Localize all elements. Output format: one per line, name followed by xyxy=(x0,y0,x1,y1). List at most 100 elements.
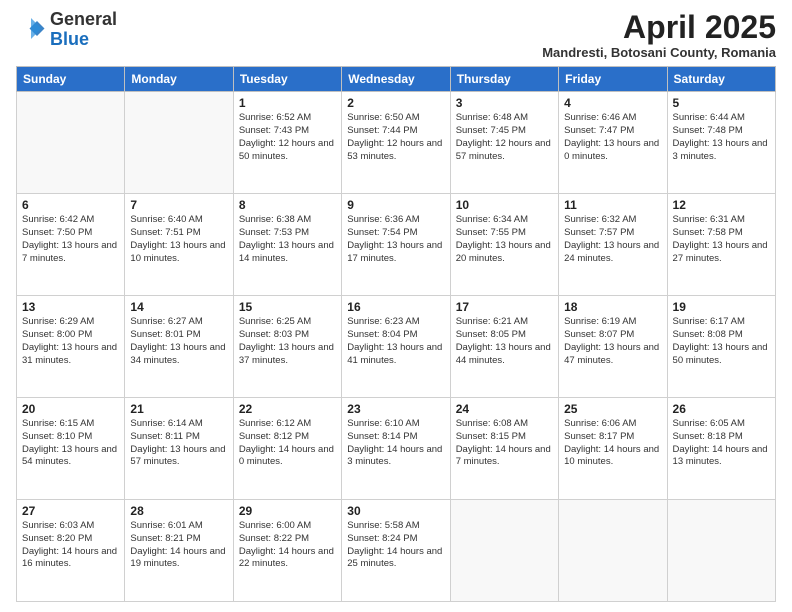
title-block: April 2025 Mandresti, Botosani County, R… xyxy=(542,10,776,60)
calendar-week-row: 6 Sunrise: 6:42 AMSunset: 7:50 PMDaylight… xyxy=(17,194,776,296)
day-info: Sunrise: 6:01 AMSunset: 8:21 PMDaylight:… xyxy=(130,520,227,571)
day-number: 30 xyxy=(347,504,444,518)
day-info: Sunrise: 6:17 AMSunset: 8:08 PMDaylight:… xyxy=(673,316,770,367)
calendar-cell: 21 Sunrise: 6:14 AMSunset: 8:11 PMDayligh… xyxy=(125,398,233,500)
col-header-tuesday: Tuesday xyxy=(233,67,341,92)
day-number: 24 xyxy=(456,402,553,416)
title-location: Mandresti, Botosani County, Romania xyxy=(542,45,776,60)
calendar-cell: 2 Sunrise: 6:50 AMSunset: 7:44 PMDaylight… xyxy=(342,92,450,194)
day-info: Sunrise: 6:10 AMSunset: 8:14 PMDaylight:… xyxy=(347,418,444,469)
logo-blue: Blue xyxy=(50,30,117,50)
day-info: Sunrise: 6:00 AMSunset: 8:22 PMDaylight:… xyxy=(239,520,336,571)
day-info: Sunrise: 6:25 AMSunset: 8:03 PMDaylight:… xyxy=(239,316,336,367)
day-number: 2 xyxy=(347,96,444,110)
day-info: Sunrise: 6:50 AMSunset: 7:44 PMDaylight:… xyxy=(347,112,444,163)
day-number: 3 xyxy=(456,96,553,110)
calendar-cell: 26 Sunrise: 6:05 AMSunset: 8:18 PMDayligh… xyxy=(667,398,775,500)
calendar-cell: 8 Sunrise: 6:38 AMSunset: 7:53 PMDaylight… xyxy=(233,194,341,296)
logo-text: General Blue xyxy=(50,10,117,50)
day-info: Sunrise: 6:27 AMSunset: 8:01 PMDaylight:… xyxy=(130,316,227,367)
calendar-cell: 9 Sunrise: 6:36 AMSunset: 7:54 PMDaylight… xyxy=(342,194,450,296)
day-info: Sunrise: 6:40 AMSunset: 7:51 PMDaylight:… xyxy=(130,214,227,265)
calendar-cell: 6 Sunrise: 6:42 AMSunset: 7:50 PMDaylight… xyxy=(17,194,125,296)
calendar-cell: 22Sunrise: 6:12 AMSunset: 8:12 PMDayligh… xyxy=(233,398,341,500)
day-info: Sunrise: 6:05 AMSunset: 8:18 PMDaylight:… xyxy=(673,418,770,469)
day-number: 4 xyxy=(564,96,661,110)
calendar-cell xyxy=(559,500,667,602)
day-number: 15 xyxy=(239,300,336,314)
calendar-cell: 23 Sunrise: 6:10 AMSunset: 8:14 PMDayligh… xyxy=(342,398,450,500)
day-info: Sunrise: 5:58 AMSunset: 8:24 PMDaylight:… xyxy=(347,520,444,571)
day-number: 1 xyxy=(239,96,336,110)
day-info: Sunrise: 6:38 AMSunset: 7:53 PMDaylight:… xyxy=(239,214,336,265)
day-number: 10 xyxy=(456,198,553,212)
calendar-cell xyxy=(450,500,558,602)
day-number: 18 xyxy=(564,300,661,314)
day-info: Sunrise: 6:42 AMSunset: 7:50 PMDaylight:… xyxy=(22,214,119,265)
col-header-saturday: Saturday xyxy=(667,67,775,92)
logo-general: General xyxy=(50,10,117,30)
calendar-cell xyxy=(17,92,125,194)
calendar-cell: 20Sunrise: 6:15 AMSunset: 8:10 PMDayligh… xyxy=(17,398,125,500)
day-info: Sunrise: 6:29 AMSunset: 8:00 PMDaylight:… xyxy=(22,316,119,367)
col-header-monday: Monday xyxy=(125,67,233,92)
day-number: 9 xyxy=(347,198,444,212)
day-info: Sunrise: 6:15 AMSunset: 8:10 PMDaylight:… xyxy=(22,418,119,469)
col-header-friday: Friday xyxy=(559,67,667,92)
calendar-cell xyxy=(667,500,775,602)
calendar-cell: 27 Sunrise: 6:03 AMSunset: 8:20 PMDayligh… xyxy=(17,500,125,602)
calendar-cell: 12Sunrise: 6:31 AMSunset: 7:58 PMDayligh… xyxy=(667,194,775,296)
calendar-table: SundayMondayTuesdayWednesdayThursdayFrid… xyxy=(16,66,776,602)
day-info: Sunrise: 6:14 AMSunset: 8:11 PMDaylight:… xyxy=(130,418,227,469)
day-info: Sunrise: 6:46 AMSunset: 7:47 PMDaylight:… xyxy=(564,112,661,163)
day-number: 26 xyxy=(673,402,770,416)
calendar-cell: 7 Sunrise: 6:40 AMSunset: 7:51 PMDaylight… xyxy=(125,194,233,296)
day-info: Sunrise: 6:19 AMSunset: 8:07 PMDaylight:… xyxy=(564,316,661,367)
calendar-cell: 11 Sunrise: 6:32 AMSunset: 7:57 PMDayligh… xyxy=(559,194,667,296)
day-number: 19 xyxy=(673,300,770,314)
day-number: 22 xyxy=(239,402,336,416)
day-number: 29 xyxy=(239,504,336,518)
day-info: Sunrise: 6:23 AMSunset: 8:04 PMDaylight:… xyxy=(347,316,444,367)
day-number: 27 xyxy=(22,504,119,518)
title-month: April 2025 xyxy=(542,10,776,45)
day-number: 17 xyxy=(456,300,553,314)
calendar-week-row: 20Sunrise: 6:15 AMSunset: 8:10 PMDayligh… xyxy=(17,398,776,500)
calendar-cell: 4 Sunrise: 6:46 AMSunset: 7:47 PMDaylight… xyxy=(559,92,667,194)
col-header-wednesday: Wednesday xyxy=(342,67,450,92)
calendar-cell: 24 Sunrise: 6:08 AMSunset: 8:15 PMDayligh… xyxy=(450,398,558,500)
calendar-cell xyxy=(125,92,233,194)
calendar-cell: 29 Sunrise: 6:00 AMSunset: 8:22 PMDayligh… xyxy=(233,500,341,602)
calendar-week-row: 1 Sunrise: 6:52 AMSunset: 7:43 PMDaylight… xyxy=(17,92,776,194)
day-info: Sunrise: 6:08 AMSunset: 8:15 PMDaylight:… xyxy=(456,418,553,469)
calendar-cell: 3Sunrise: 6:48 AMSunset: 7:45 PMDaylight… xyxy=(450,92,558,194)
day-info: Sunrise: 6:52 AMSunset: 7:43 PMDaylight:… xyxy=(239,112,336,163)
day-number: 23 xyxy=(347,402,444,416)
day-number: 6 xyxy=(22,198,119,212)
day-number: 7 xyxy=(130,198,227,212)
day-info: Sunrise: 6:36 AMSunset: 7:54 PMDaylight:… xyxy=(347,214,444,265)
day-info: Sunrise: 6:44 AMSunset: 7:48 PMDaylight:… xyxy=(673,112,770,163)
day-info: Sunrise: 6:03 AMSunset: 8:20 PMDaylight:… xyxy=(22,520,119,571)
calendar-cell: 5 Sunrise: 6:44 AMSunset: 7:48 PMDaylight… xyxy=(667,92,775,194)
calendar-cell: 18 Sunrise: 6:19 AMSunset: 8:07 PMDayligh… xyxy=(559,296,667,398)
page: General Blue April 2025 Mandresti, Botos… xyxy=(0,0,792,612)
day-info: Sunrise: 6:32 AMSunset: 7:57 PMDaylight:… xyxy=(564,214,661,265)
calendar-cell: 28Sunrise: 6:01 AMSunset: 8:21 PMDayligh… xyxy=(125,500,233,602)
day-number: 8 xyxy=(239,198,336,212)
day-number: 13 xyxy=(22,300,119,314)
calendar-cell: 17 Sunrise: 6:21 AMSunset: 8:05 PMDayligh… xyxy=(450,296,558,398)
day-number: 5 xyxy=(673,96,770,110)
day-info: Sunrise: 6:06 AMSunset: 8:17 PMDaylight:… xyxy=(564,418,661,469)
day-number: 21 xyxy=(130,402,227,416)
day-number: 11 xyxy=(564,198,661,212)
calendar-cell: 16Sunrise: 6:23 AMSunset: 8:04 PMDayligh… xyxy=(342,296,450,398)
logo-icon xyxy=(16,15,46,45)
calendar-header-row: SundayMondayTuesdayWednesdayThursdayFrid… xyxy=(17,67,776,92)
logo: General Blue xyxy=(16,10,117,50)
day-info: Sunrise: 6:34 AMSunset: 7:55 PMDaylight:… xyxy=(456,214,553,265)
day-number: 14 xyxy=(130,300,227,314)
day-info: Sunrise: 6:21 AMSunset: 8:05 PMDaylight:… xyxy=(456,316,553,367)
calendar-cell: 25Sunrise: 6:06 AMSunset: 8:17 PMDayligh… xyxy=(559,398,667,500)
calendar-cell: 14 Sunrise: 6:27 AMSunset: 8:01 PMDayligh… xyxy=(125,296,233,398)
